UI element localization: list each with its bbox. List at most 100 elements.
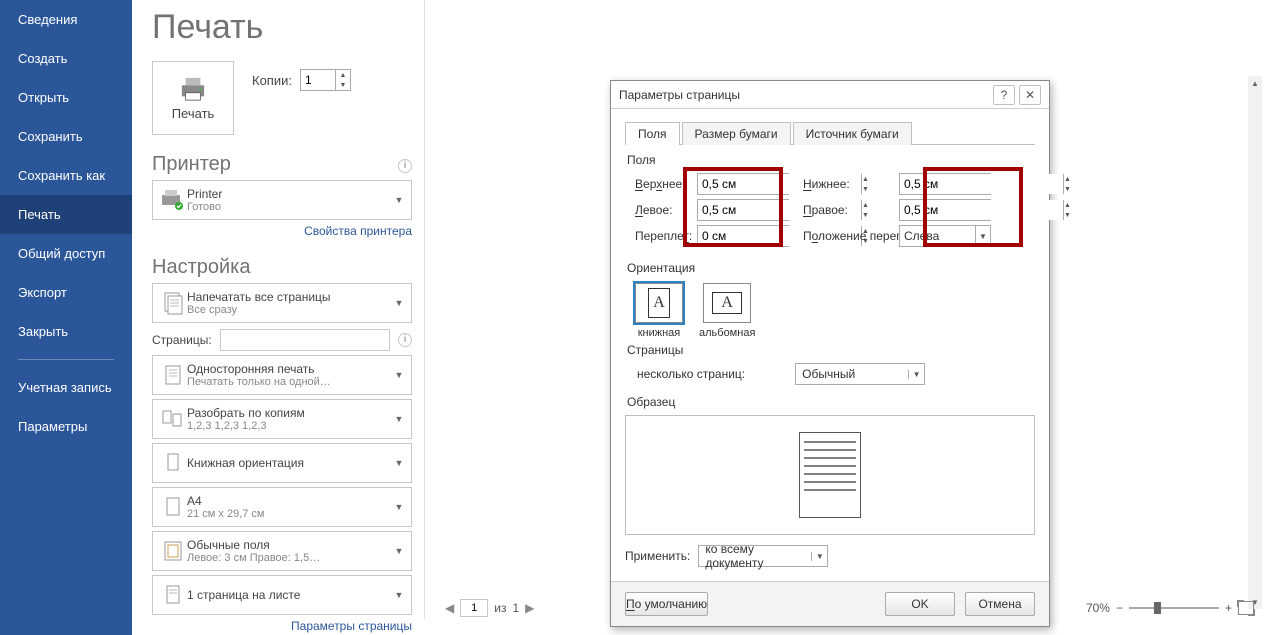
pages-input[interactable] <box>220 329 390 351</box>
print-panel: Печать Печать Копии: ▲▼ Принтерi Printer… <box>152 0 412 633</box>
help-button[interactable]: ? <box>993 85 1015 105</box>
chevron-down-icon: ▼ <box>393 414 405 424</box>
collate-sub: 1,2,3 1,2,3 1,2,3 <box>187 420 393 432</box>
gutter-spinner[interactable]: ▲▼ <box>697 225 789 247</box>
zoom-out-button[interactable]: − <box>1116 601 1123 615</box>
sample-label: Образец <box>627 395 1035 409</box>
multipage-value: Обычный <box>796 367 908 381</box>
chevron-down-icon: ▼ <box>393 546 405 556</box>
tab-margins[interactable]: Поля <box>625 122 680 145</box>
sides-sub: Печатать только на одной… <box>187 376 393 388</box>
margin-top-spinner[interactable]: ▲▼ <box>697 173 789 195</box>
scroll-up-icon[interactable]: ▲ <box>1248 76 1262 90</box>
print-button[interactable]: Печать <box>152 61 234 135</box>
gutter-label: Переплет: <box>635 229 697 243</box>
zoom-in-button[interactable]: + <box>1225 601 1232 615</box>
oneside-icon <box>159 363 187 387</box>
page-title: Печать <box>152 0 412 61</box>
defaults-button[interactable]: По умолчанию <box>625 592 708 616</box>
sample-preview <box>625 415 1035 535</box>
page-setup-link[interactable]: Параметры страницы <box>152 619 412 633</box>
chevron-down-icon[interactable]: ▼ <box>976 226 990 246</box>
sidebar-item-open[interactable]: Открыть <box>0 78 132 117</box>
sidebar-item-save[interactable]: Сохранить <box>0 117 132 156</box>
dialog-title: Параметры страницы <box>619 88 989 102</box>
orientation-portrait-label: книжная <box>638 327 681 339</box>
paper-label: A4 <box>187 494 393 508</box>
margin-bottom-label: Нижнее: <box>789 177 899 191</box>
chevron-down-icon: ▼ <box>393 590 405 600</box>
printer-dropdown[interactable]: PrinterГотово ▼ <box>152 180 412 220</box>
gutter-pos-select[interactable]: Слева▼ <box>899 225 991 247</box>
portrait-icon <box>159 451 187 475</box>
sidebar-item-share[interactable]: Общий доступ <box>0 234 132 273</box>
sides-dropdown[interactable]: Односторонняя печатьПечатать только на о… <box>152 355 412 395</box>
multipage-select[interactable]: Обычный▼ <box>795 363 925 385</box>
sidebar-item-print[interactable]: Печать <box>0 195 132 234</box>
sidebar-item-info[interactable]: Сведения <box>0 0 132 39</box>
up-icon[interactable]: ▲ <box>1064 174 1071 184</box>
printer-icon <box>178 76 208 102</box>
chevron-down-icon[interactable]: ▼ <box>908 370 924 379</box>
up-icon[interactable]: ▲ <box>1064 200 1071 210</box>
margin-bottom-input[interactable] <box>900 174 1063 194</box>
sides-label: Односторонняя печать <box>187 362 393 376</box>
printer-section-title: Принтерi <box>152 153 412 176</box>
apply-label: Применить: <box>625 549 690 563</box>
sidebar-item-account[interactable]: Учетная запись <box>0 368 132 407</box>
page-number-input[interactable] <box>460 599 488 617</box>
close-button[interactable]: ✕ <box>1019 85 1041 105</box>
cancel-button[interactable]: Отмена <box>965 592 1035 616</box>
next-page-button[interactable]: ▶ <box>525 601 534 615</box>
pages-icon <box>159 291 187 315</box>
margin-bottom-spinner[interactable]: ▲▼ <box>899 173 991 195</box>
chevron-down-icon: ▼ <box>393 502 405 512</box>
margin-right-spinner[interactable]: ▲▼ <box>899 199 991 221</box>
page-of-label: из <box>494 601 506 615</box>
prev-page-button[interactable]: ◀ <box>445 601 454 615</box>
sidebar-item-export[interactable]: Экспорт <box>0 273 132 312</box>
chevron-down-icon: ▼ <box>393 195 405 205</box>
sidebar-item-saveas[interactable]: Сохранить как <box>0 156 132 195</box>
pages-label: Страницы: <box>152 333 212 347</box>
pages-group-label: Страницы <box>627 343 1035 357</box>
orientation-portrait[interactable]: Aкнижная <box>635 283 683 339</box>
fit-to-window-button[interactable] <box>1238 601 1254 615</box>
info-icon[interactable]: i <box>398 333 412 347</box>
gutter-pos-label: Положение переплета: <box>789 229 899 243</box>
print-range-label: Напечатать все страницы <box>187 290 393 304</box>
preview-scrollbar[interactable]: ▲ ▼ <box>1248 76 1262 609</box>
print-range-dropdown[interactable]: Напечатать все страницыВсе сразу ▼ <box>152 283 412 323</box>
copies-input[interactable] <box>301 70 335 90</box>
sidebar-item-close[interactable]: Закрыть <box>0 312 132 351</box>
sidebar-item-options[interactable]: Параметры <box>0 407 132 446</box>
collate-dropdown[interactable]: Разобрать по копиям1,2,3 1,2,3 1,2,3 ▼ <box>152 399 412 439</box>
zoom-slider[interactable] <box>1129 600 1219 616</box>
paper-dropdown[interactable]: A421 см x 29,7 см ▼ <box>152 487 412 527</box>
margin-right-input[interactable] <box>900 200 1063 220</box>
down-icon[interactable]: ▼ <box>1064 210 1071 220</box>
info-icon[interactable]: i <box>398 159 412 173</box>
orientation-landscape[interactable]: Aальбомная <box>699 283 755 339</box>
copies-up[interactable]: ▲ <box>336 70 350 80</box>
tab-source[interactable]: Источник бумаги <box>793 122 912 145</box>
per-page-dropdown[interactable]: 1 страница на листе ▼ <box>152 575 412 615</box>
apply-select[interactable]: ко всему документу▼ <box>698 545 828 567</box>
chevron-down-icon[interactable]: ▼ <box>811 552 827 561</box>
sample-page <box>799 432 861 518</box>
copies-spinner[interactable]: ▲▼ <box>300 69 351 91</box>
ok-button[interactable]: OK <box>885 592 955 616</box>
down-icon[interactable]: ▼ <box>1064 184 1071 194</box>
copies-down[interactable]: ▼ <box>336 80 350 90</box>
orientation-landscape-label: альбомная <box>699 327 755 339</box>
margin-left-spinner[interactable]: ▲▼ <box>697 199 789 221</box>
printer-name: Printer <box>187 187 393 201</box>
tab-paper[interactable]: Размер бумаги <box>682 122 791 145</box>
margins-dropdown[interactable]: Обычные поляЛевое: 3 см Правое: 1,5… ▼ <box>152 531 412 571</box>
printer-properties-link[interactable]: Свойства принтера <box>152 224 412 238</box>
orientation-dropdown[interactable]: Книжная ориентация ▼ <box>152 443 412 483</box>
sidebar-item-new[interactable]: Создать <box>0 39 132 78</box>
dialog-titlebar: Параметры страницы ? ✕ <box>611 81 1049 109</box>
margins-grid: Верхнее: ▲▼ Нижнее: ▲▼ Левое: ▲▼ Правое:… <box>635 173 1035 247</box>
page-total: 1 <box>512 601 519 615</box>
